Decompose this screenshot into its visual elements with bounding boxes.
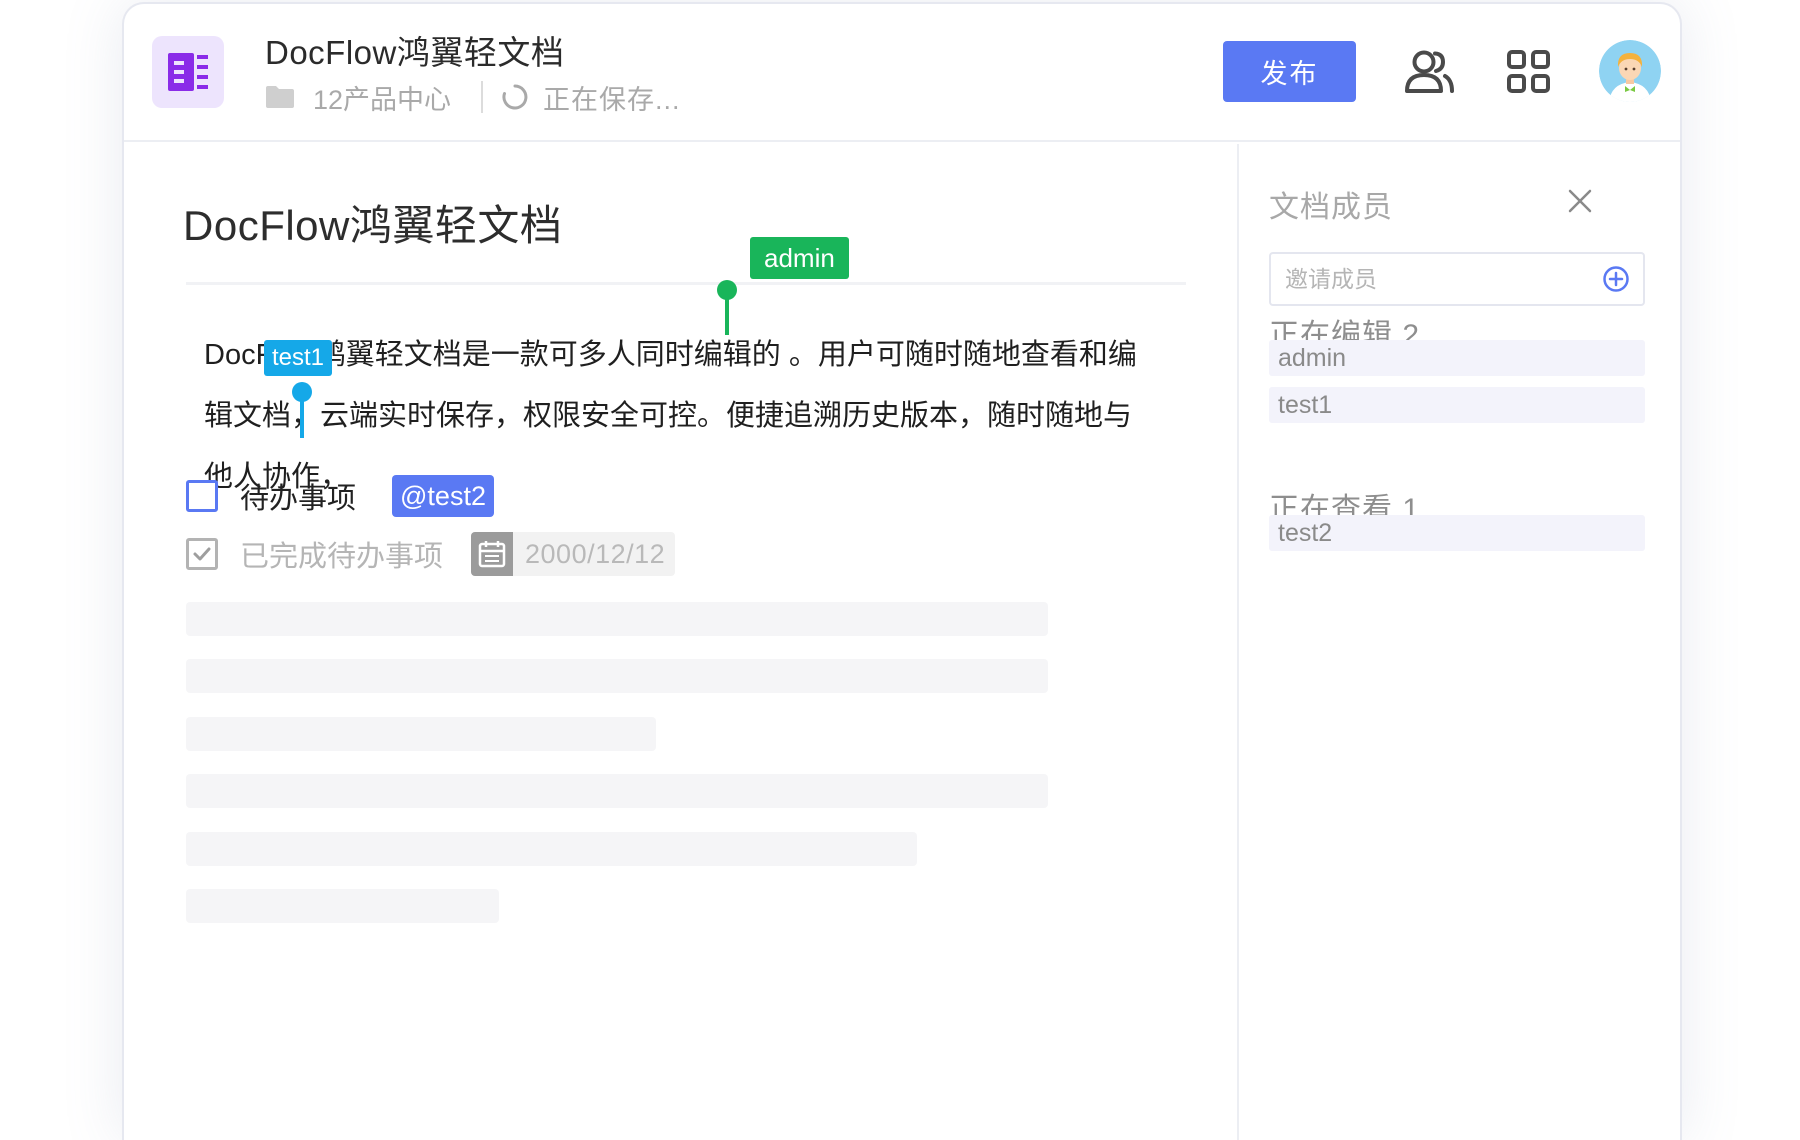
panel-title: 文档成员 bbox=[1269, 191, 1393, 224]
mention-chip[interactable]: @test2 bbox=[392, 475, 494, 517]
member-item-test2[interactable]: test2 bbox=[1269, 515, 1645, 551]
member-item-admin[interactable]: admin bbox=[1269, 340, 1645, 376]
breadcrumb: 12产品中心 正在保存... bbox=[265, 81, 681, 115]
invite-member-input[interactable] bbox=[1271, 254, 1591, 304]
due-date: 2000/12/12 bbox=[525, 538, 666, 569]
body-line: 辑文档，云端实时保存，权限安全可控。便捷追溯历史版本，随时随地与 bbox=[204, 400, 1133, 432]
editor-title[interactable]: DocFlow鸿翼轻文档 bbox=[183, 192, 562, 253]
due-date-chip[interactable]: 2000/12/12 bbox=[471, 532, 676, 576]
avatar[interactable] bbox=[1599, 40, 1661, 102]
todo-checkbox-checked[interactable] bbox=[186, 538, 218, 570]
cursor-caret-admin bbox=[725, 290, 729, 335]
skeleton-bar bbox=[186, 717, 656, 751]
cursor-tag-test1: test1 bbox=[264, 340, 333, 376]
document-title[interactable]: DocFlow鸿翼轻文档 bbox=[265, 26, 564, 74]
plus-circle-icon[interactable] bbox=[1602, 265, 1630, 293]
cursor-tag-admin: admin bbox=[750, 237, 849, 279]
save-status: 正在保存... bbox=[543, 84, 681, 115]
folder-link[interactable]: 12产品中心 bbox=[313, 78, 451, 117]
folder-icon bbox=[265, 85, 295, 109]
todo-label[interactable]: 待办事项 bbox=[240, 475, 356, 517]
skeleton-bar bbox=[186, 889, 499, 923]
app-window: DocFlow鸿翼轻文档 12产品中心 正在保存... 发布 DocFlow鸿翼… bbox=[122, 2, 1682, 1140]
todo-checkbox[interactable] bbox=[186, 480, 218, 512]
top-bar: DocFlow鸿翼轻文档 12产品中心 正在保存... 发布 bbox=[124, 4, 1680, 142]
todo-item: 待办事项 @test2 bbox=[186, 474, 494, 518]
publish-button[interactable]: 发布 bbox=[1223, 41, 1356, 102]
skeleton-bar bbox=[186, 832, 917, 866]
todo-item-done: 已完成待办事项 2000/12/12 bbox=[186, 532, 676, 576]
skeleton-bar bbox=[186, 602, 1048, 636]
check-icon bbox=[193, 547, 211, 561]
breadcrumb-divider bbox=[481, 81, 484, 113]
skeleton-bar bbox=[186, 774, 1048, 808]
calendar-icon bbox=[471, 532, 514, 576]
spinner-icon bbox=[501, 83, 529, 111]
body-line: DocFlow鸿翼轻文档是一款可多人同时编辑的 。用户可随时随地查看和编 bbox=[204, 339, 1137, 371]
editor[interactable]: DocFlow鸿翼轻文档 DocFlow鸿翼轻文档是一款可多人同时编辑的 。用户… bbox=[124, 144, 1237, 1140]
members-panel: 文档成员 正在编辑 2 admin test1 bbox=[1237, 144, 1680, 1140]
grid-apps-icon[interactable] bbox=[1506, 49, 1552, 95]
member-item-test1[interactable]: test1 bbox=[1269, 387, 1645, 423]
close-icon[interactable] bbox=[1567, 188, 1593, 214]
members-icon[interactable] bbox=[1404, 49, 1456, 95]
skeleton-bar bbox=[186, 659, 1048, 693]
cursor-caret-test1 bbox=[300, 392, 304, 438]
invite-member-field bbox=[1269, 252, 1645, 306]
stage: DocFlow鸿翼轻文档 12产品中心 正在保存... 发布 DocFlow鸿翼… bbox=[0, 0, 1800, 1140]
title-divider bbox=[186, 282, 1186, 285]
todo-label[interactable]: 已完成待办事项 bbox=[240, 533, 443, 575]
docflow-logo-icon[interactable] bbox=[152, 36, 224, 108]
